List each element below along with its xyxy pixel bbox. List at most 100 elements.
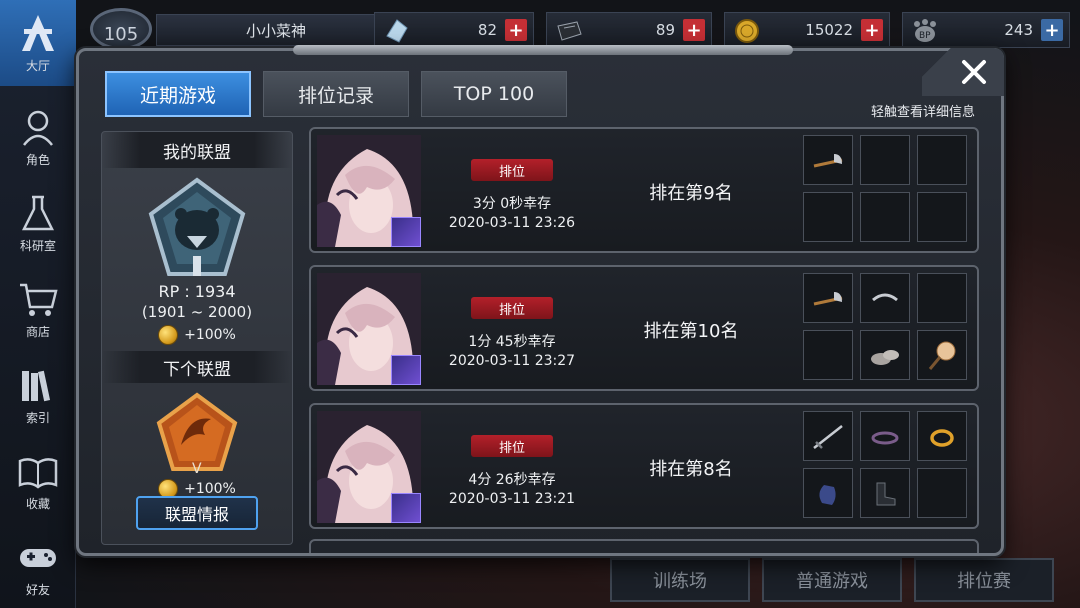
- current-bonus: +100%: [102, 325, 292, 345]
- item-slot[interactable]: [860, 411, 910, 461]
- close-button[interactable]: [922, 48, 1004, 96]
- ranked-button[interactable]: 排位赛: [914, 558, 1054, 602]
- add-crystal-button[interactable]: +: [505, 19, 527, 41]
- tab-rank-records[interactable]: 排位记录: [263, 71, 409, 117]
- nav-index[interactable]: 索引: [0, 352, 76, 438]
- nav-collection-label: 收藏: [25, 496, 50, 511]
- nav-lab[interactable]: 科研室: [0, 180, 76, 266]
- league-panel: 我的联盟 RP : 1934 (1901 ~ 2000) +100% 下个联盟 …: [101, 131, 293, 545]
- nav-character[interactable]: 角色: [0, 94, 76, 180]
- item-slot[interactable]: [860, 135, 910, 185]
- item-slot[interactable]: [803, 468, 853, 518]
- normal-game-button[interactable]: 普通游戏: [762, 558, 902, 602]
- match-datetime: 2020-03-11 23:27: [448, 353, 576, 369]
- gold-coin-icon: [158, 325, 179, 345]
- weapon-skill-icon: [391, 355, 421, 385]
- currency-ticket: 89 +: [546, 12, 712, 48]
- item-slot[interactable]: [803, 273, 853, 323]
- placement: 排在第9名: [649, 183, 733, 204]
- item-slot[interactable]: [803, 135, 853, 185]
- add-ticket-button[interactable]: +: [683, 19, 705, 41]
- sword-icon: [813, 425, 843, 449]
- currency-gold: 15022 +: [724, 12, 890, 48]
- league-info-button[interactable]: 联盟情报: [136, 496, 258, 530]
- character-portrait: [317, 411, 421, 523]
- gamepad-icon: [20, 548, 56, 567]
- player-level: 105: [103, 24, 139, 45]
- flask-icon: [21, 195, 55, 230]
- gold-value: 15022: [805, 21, 853, 39]
- rp-range: (1901 ~ 2000): [141, 303, 253, 321]
- item-slot[interactable]: [917, 330, 967, 380]
- item-slot[interactable]: [917, 411, 967, 461]
- match-list[interactable]: 排位 3分 0秒幸存 2020-03-11 23:26 排在第9名 排位 1分 …: [309, 127, 979, 553]
- item-slot[interactable]: [917, 468, 967, 518]
- match-row[interactable]: 排位 4分 26秒幸存 2020-03-11 23:21 排在第8名: [309, 403, 979, 529]
- tab-recent-games[interactable]: 近期游戏: [105, 71, 251, 117]
- match-datetime: 2020-03-11 23:26: [448, 215, 576, 231]
- item-slot[interactable]: [803, 411, 853, 461]
- item-slot[interactable]: [860, 468, 910, 518]
- survival-time: 4分 26秒幸存: [468, 472, 556, 488]
- item-slot[interactable]: [860, 192, 910, 242]
- item-slot[interactable]: [917, 273, 967, 323]
- item-grid: [803, 411, 967, 518]
- survival-time: 1分 45秒幸存: [468, 334, 556, 350]
- nav-character-label: 角色: [25, 152, 50, 167]
- axe-icon: [813, 154, 843, 168]
- item-slot[interactable]: [917, 135, 967, 185]
- tab-top-100[interactable]: TOP 100: [421, 71, 567, 117]
- gold-ring-icon: [930, 429, 954, 447]
- league-emblem-dragon-icon: V: [156, 392, 238, 475]
- character-icon: [23, 110, 53, 146]
- ticket-icon: [557, 21, 582, 41]
- match-row-partial[interactable]: [309, 539, 979, 553]
- placement: 排在第10名: [643, 321, 739, 342]
- nav-shop[interactable]: 商店: [0, 266, 76, 352]
- match-history-modal: 近期游戏 排位记录 TOP 100 轻触查看详细信息 我的联盟 RP : 193…: [76, 45, 1004, 556]
- match-row[interactable]: 排位 3分 0秒幸存 2020-03-11 23:26 排在第9名: [309, 127, 979, 253]
- nav-lobby-label: 大厅: [25, 58, 50, 73]
- current-bonus-value: +100%: [184, 327, 236, 343]
- player-level-badge: 105: [90, 8, 152, 50]
- left-nav-rail: 大厅 角色 科研室 商店 索引 收藏 好友: [0, 0, 76, 608]
- nav-collection[interactable]: 收藏: [0, 438, 76, 524]
- my-league-title: 我的联盟: [102, 132, 292, 168]
- boots-icon: [876, 482, 896, 506]
- mode-badge: 排位: [471, 159, 553, 181]
- nav-lobby[interactable]: 大厅: [0, 0, 76, 86]
- item-slot[interactable]: [917, 192, 967, 242]
- item-slot[interactable]: [860, 273, 910, 323]
- bp-paw-icon: BP: [914, 19, 936, 42]
- item-slot[interactable]: [803, 330, 853, 380]
- currency-crystal: 82 +: [374, 12, 534, 48]
- top-bar: 105 小小菜神 82 + 89 + 15022 + BP 243 +: [84, 8, 1070, 50]
- survival-time: 3分 0秒幸存: [472, 196, 552, 212]
- match-datetime: 2020-03-11 23:21: [448, 491, 576, 507]
- currency-bp: BP 243 +: [902, 12, 1070, 48]
- ticket-value: 89: [655, 21, 675, 39]
- nav-shop-label: 商店: [25, 324, 50, 339]
- ring-icon: [872, 293, 898, 302]
- axe-icon: [813, 292, 843, 306]
- detail-hint: 轻触查看详细信息: [870, 105, 975, 120]
- books-icon: [22, 370, 51, 401]
- rp-value: RP : 1934: [158, 282, 236, 301]
- match-row[interactable]: 排位 1分 45秒幸存 2020-03-11 23:27 排在第10名: [309, 265, 979, 391]
- next-bonus-value: +100%: [184, 481, 236, 497]
- item-slot[interactable]: [860, 330, 910, 380]
- modal-tabs: 近期游戏 排位记录 TOP 100: [105, 71, 567, 117]
- crystal-value: 82: [477, 21, 497, 39]
- crystal-icon: [386, 19, 408, 43]
- close-icon: [962, 60, 986, 84]
- add-bp-button[interactable]: +: [1041, 19, 1063, 41]
- svg-text:V: V: [192, 461, 202, 475]
- nav-friends[interactable]: 好友: [0, 524, 76, 608]
- cart-icon: [20, 283, 58, 316]
- player-name[interactable]: 小小菜神: [156, 14, 396, 46]
- add-gold-button[interactable]: +: [861, 19, 883, 41]
- training-button[interactable]: 训练场: [610, 558, 750, 602]
- rock-icon: [871, 350, 899, 365]
- item-grid: [803, 273, 967, 380]
- item-slot[interactable]: [803, 192, 853, 242]
